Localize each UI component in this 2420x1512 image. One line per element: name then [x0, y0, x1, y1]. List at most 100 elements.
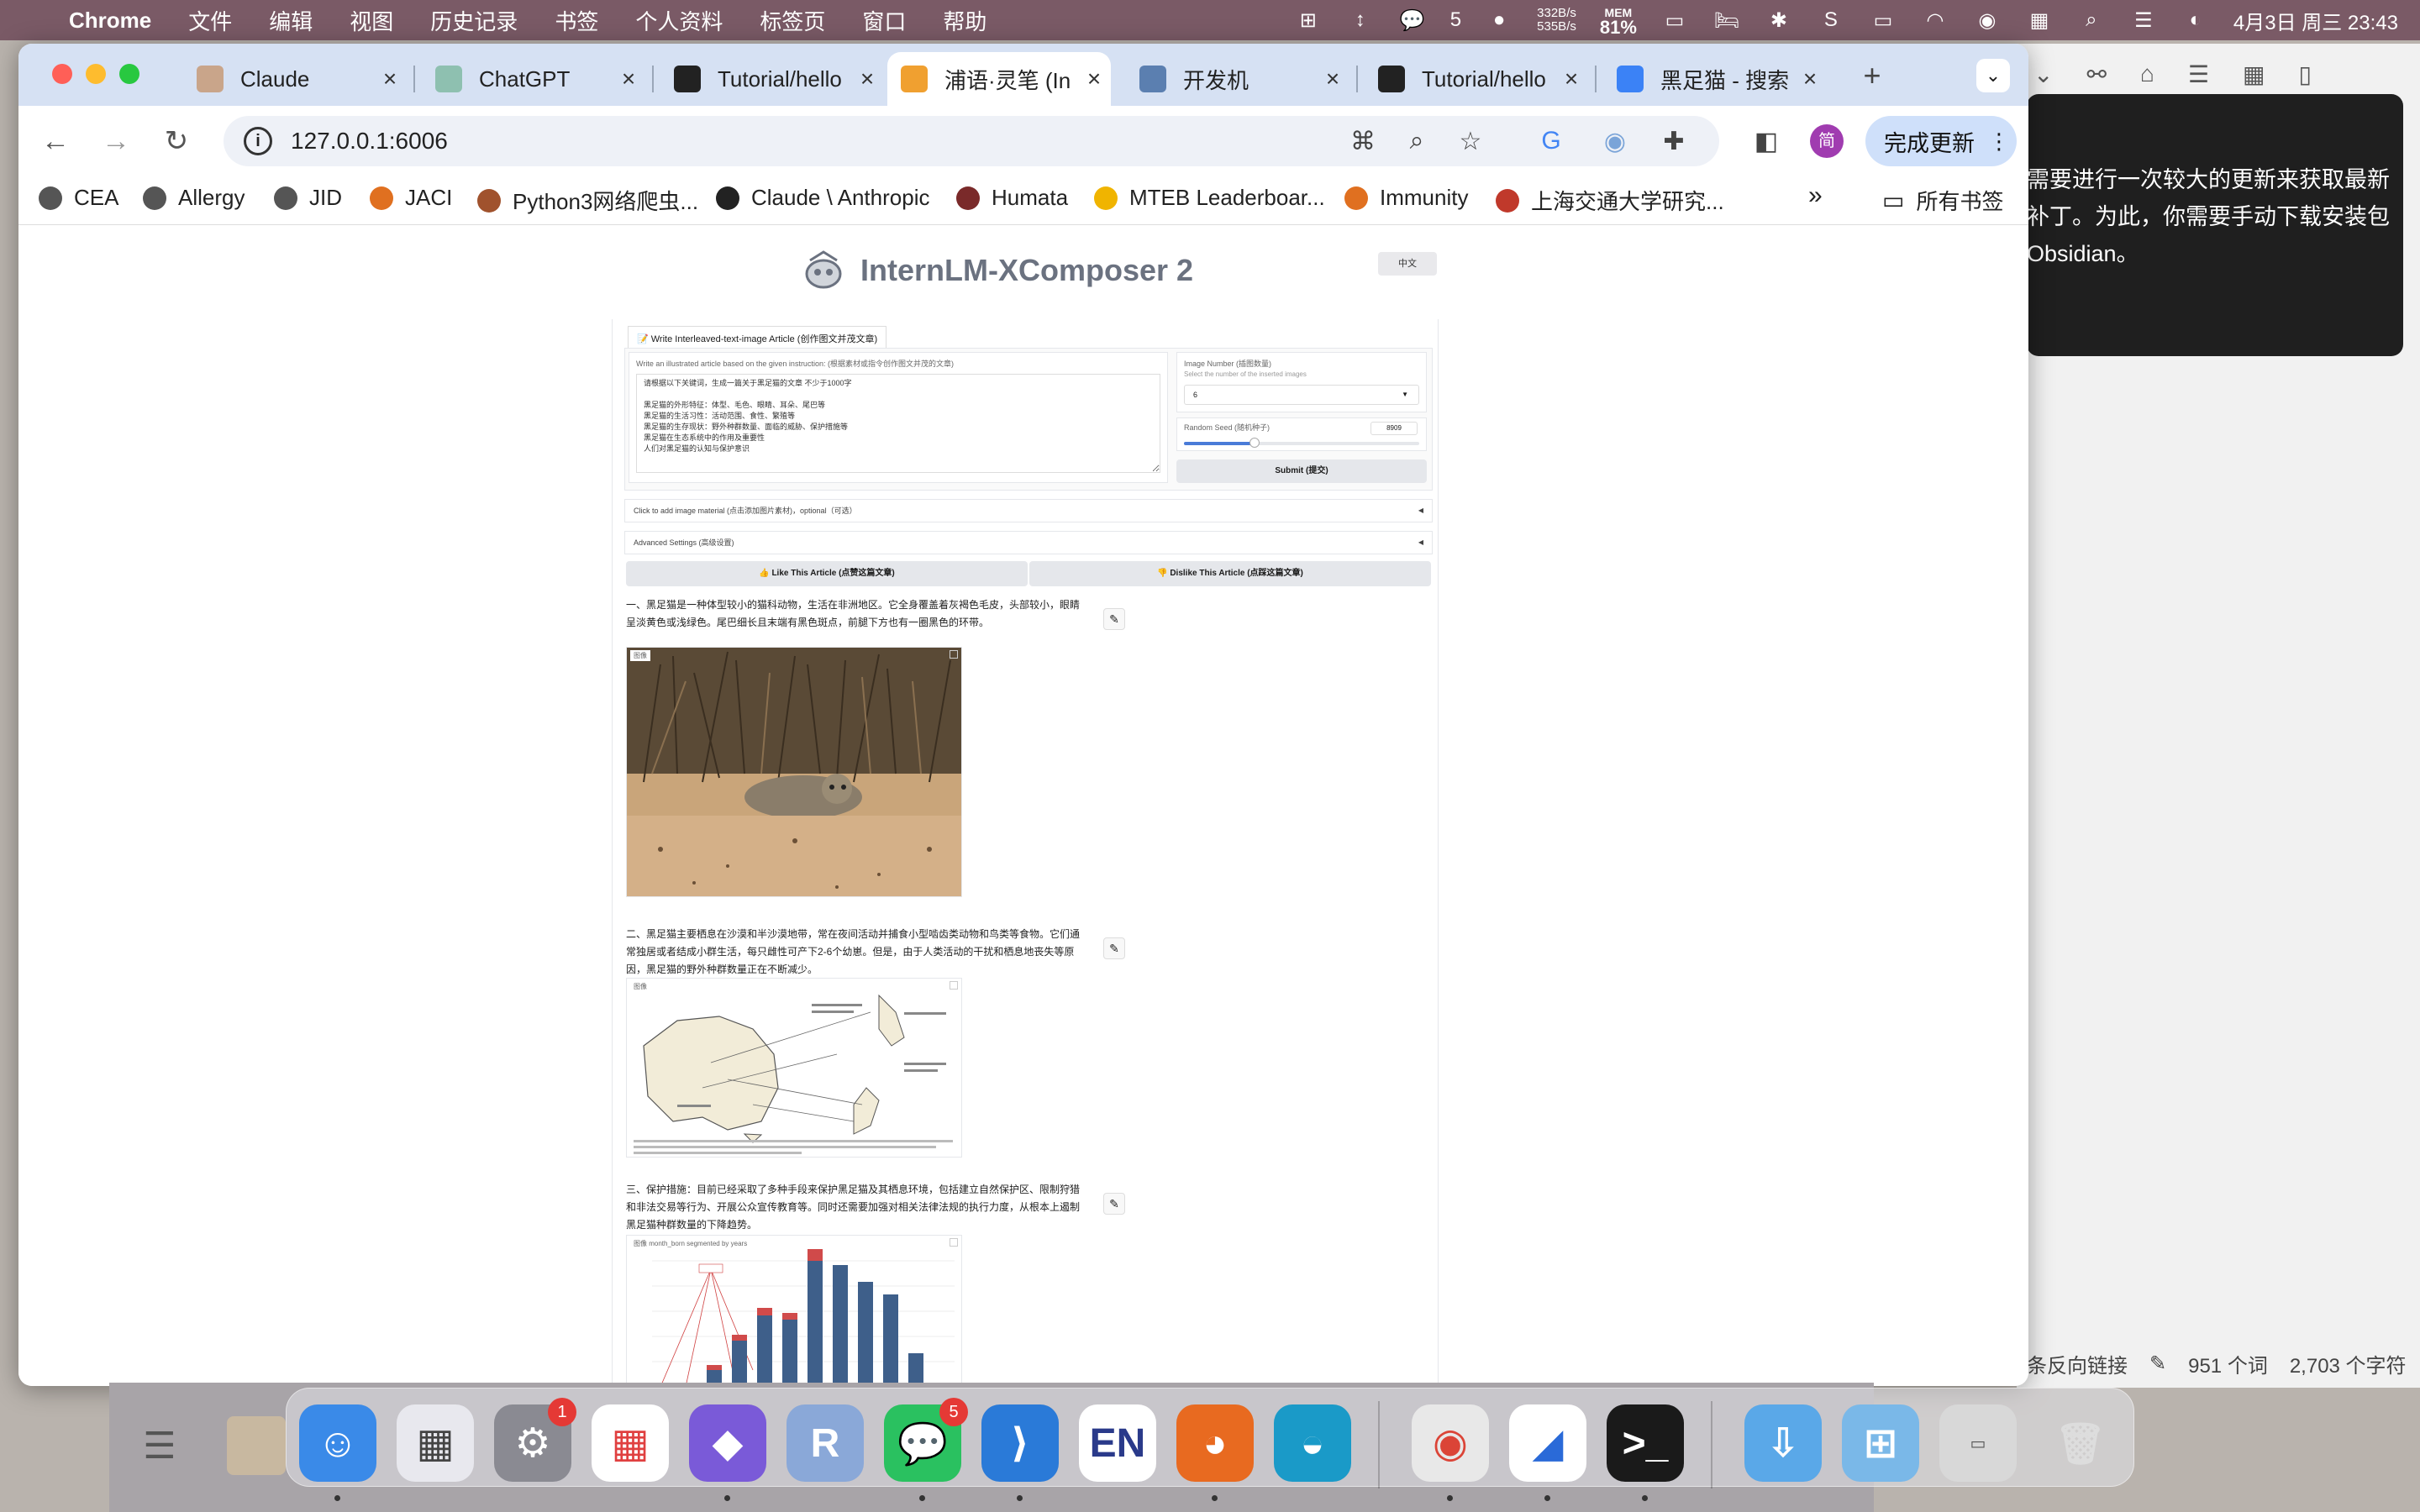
close-tab-icon[interactable]: ×: [850, 66, 884, 92]
article-image-2[interactable]: 图像: [626, 978, 962, 1158]
lark-icon[interactable]: ◢: [1509, 1404, 1586, 1482]
backlinks-count[interactable]: 条反向链接: [2027, 1349, 2128, 1378]
seed-input[interactable]: 8909: [1370, 422, 1418, 435]
bookmark-item[interactable]: JID: [274, 185, 342, 211]
close-tab-icon[interactable]: ×: [373, 66, 407, 92]
like-article-button[interactable]: 👍 Like This Article (点赞这篇文章): [626, 561, 1028, 586]
photo-stack-icon[interactable]: [227, 1416, 286, 1475]
sidebar-icon[interactable]: ▯: [2298, 60, 2311, 88]
menu-history[interactable]: 历史记录: [430, 5, 518, 36]
edit-paragraph-button[interactable]: ✎: [1103, 937, 1125, 959]
calendar-icon[interactable]: ▭: [1660, 8, 1689, 33]
image-number-select[interactable]: 6 ▼: [1184, 385, 1419, 405]
fullscreen-icon[interactable]: [950, 650, 958, 659]
zoom-window-button[interactable]: [119, 64, 139, 84]
circle-app-icon[interactable]: ●: [1485, 8, 1513, 33]
menu-window[interactable]: 窗口: [862, 5, 906, 36]
more-menu-icon[interactable]: ⋮: [1988, 129, 2010, 155]
user-icon[interactable]: ◉: [1973, 8, 2002, 33]
close-window-button[interactable]: [52, 64, 72, 84]
link-icon[interactable]: ⚯: [2086, 60, 2106, 88]
input-method-icon[interactable]: ⊞: [1294, 8, 1323, 33]
instruction-textarea[interactable]: 请根据以下关键词，生成一篇关于黑足猫的文章 不少于1000字 黑足猫的外形特征：…: [636, 374, 1160, 473]
spotlight-search-icon[interactable]: ⌕: [2077, 8, 2106, 33]
tab-search-button[interactable]: ⌄: [1976, 59, 2010, 92]
browser-tab[interactable]: Tutorial/hello ×: [1365, 52, 1588, 106]
vscode-icon[interactable]: ⟩: [981, 1404, 1059, 1482]
translate-icon[interactable]: ⌘: [1346, 124, 1380, 158]
bookmark-item[interactable]: MTEB Leaderboar...: [1094, 185, 1325, 211]
edit-paragraph-button[interactable]: ✎: [1103, 608, 1125, 630]
menu-tab[interactable]: 标签页: [760, 5, 825, 36]
table-icon[interactable]: ▦: [2243, 60, 2265, 88]
battery-icon[interactable]: ▭: [1869, 8, 1897, 33]
memory-indicator[interactable]: MEM 81%: [1600, 6, 1637, 37]
bluetooth-icon[interactable]: ✱: [1765, 8, 1793, 33]
scripts-icon[interactable]: S: [1817, 8, 1845, 33]
minimize-window-button[interactable]: [86, 64, 106, 84]
menu-app-name[interactable]: Chrome: [69, 8, 151, 34]
back-button[interactable]: ←: [35, 121, 76, 161]
chevron-down-icon[interactable]: ⌄: [2033, 60, 2053, 88]
bookmark-item[interactable]: Allergy: [143, 185, 245, 211]
bookmark-item[interactable]: Python3网络爬虫...: [477, 185, 698, 216]
downloads-folder-icon[interactable]: ⇩: [1744, 1404, 1822, 1482]
chrome-icon[interactable]: ◉: [1412, 1404, 1489, 1482]
edge-dev-icon[interactable]: ◒: [1274, 1404, 1351, 1482]
more-bookmarks-icon[interactable]: »: [1808, 181, 1823, 210]
list-icon[interactable]: ☰: [2188, 60, 2209, 88]
control-center-icon[interactable]: ☰: [2129, 8, 2158, 33]
url-text[interactable]: 127.0.0.1:6006: [291, 128, 448, 155]
close-tab-icon[interactable]: ×: [1077, 66, 1111, 92]
wechat-icon[interactable]: 💬: [1398, 8, 1427, 33]
menu-bookmarks[interactable]: 书签: [555, 5, 598, 36]
forward-button[interactable]: →: [96, 121, 136, 161]
bookmark-item[interactable]: JACI: [370, 185, 452, 211]
language-toggle-button[interactable]: 中文: [1378, 252, 1437, 276]
browser-tab[interactable]: Tutorial/hello ×: [660, 52, 884, 106]
article-image-1[interactable]: 图像: [626, 647, 962, 897]
fullscreen-icon[interactable]: [950, 981, 958, 990]
new-tab-button[interactable]: +: [1855, 58, 1889, 92]
close-tab-icon[interactable]: ×: [1555, 66, 1588, 92]
obsidian-icon[interactable]: ◆: [689, 1404, 766, 1482]
fullscreen-icon[interactable]: [950, 1238, 958, 1247]
finder-icon[interactable]: ☺: [299, 1404, 376, 1482]
bookmark-item[interactable]: CEA: [39, 185, 118, 211]
bookmark-item[interactable]: Claude \ Anthropic: [716, 185, 929, 211]
side-panel-icon[interactable]: ◧: [1749, 124, 1783, 158]
article-image-3[interactable]: 图像 month_born segmented by years: [626, 1235, 962, 1386]
add-material-accordion[interactable]: Click to add image material (点击添加图片素材)，o…: [624, 499, 1433, 522]
pencil-icon[interactable]: ✎: [2149, 1352, 2166, 1376]
bookmark-item[interactable]: Immunity: [1344, 185, 1468, 211]
edit-paragraph-button[interactable]: ✎: [1103, 1193, 1125, 1215]
bookmark-star-icon[interactable]: ☆: [1454, 124, 1487, 158]
profile-avatar[interactable]: 简: [1810, 124, 1844, 158]
bookmark-item[interactable]: 上海交通大学研究...: [1496, 185, 1724, 216]
advanced-settings-accordion[interactable]: Advanced Settings (高级设置) ◀: [624, 531, 1433, 554]
dislike-article-button[interactable]: 👎 Dislike This Article (点踩这篇文章): [1029, 561, 1431, 586]
zoom-icon[interactable]: ⌕: [1400, 124, 1434, 158]
bed-icon[interactable]: 🛏: [1712, 8, 1741, 33]
trash-icon[interactable]: 🗑: [2042, 1404, 2119, 1482]
floating-extension-icon[interactable]: [2000, 1384, 2017, 1386]
update-chrome-button[interactable]: 完成更新 ⋮: [1865, 116, 2017, 166]
tag-icon[interactable]: ⌂: [2140, 60, 2154, 88]
browser-tab[interactable]: 开发机 ×: [1126, 52, 1349, 106]
calendar-app-icon[interactable]: ▦: [592, 1404, 669, 1482]
seed-slider[interactable]: [1184, 438, 1419, 448]
menu-edit[interactable]: 编辑: [269, 5, 313, 36]
hamburger-icon[interactable]: ☰: [126, 1425, 193, 1467]
keyboard-icon[interactable]: ▦: [2025, 8, 2054, 33]
submit-button[interactable]: Submit (提交): [1176, 459, 1427, 483]
eudic-icon[interactable]: EN: [1079, 1404, 1156, 1482]
address-bar[interactable]: i 127.0.0.1:6006: [224, 116, 1719, 166]
windows-folder-icon[interactable]: ⊞: [1842, 1404, 1919, 1482]
reload-button[interactable]: ↻: [156, 121, 197, 161]
extensions-puzzle-icon[interactable]: ✚: [1657, 124, 1691, 158]
extension-circle-icon[interactable]: ◉: [1598, 124, 1632, 158]
bookmark-item[interactable]: Humata: [956, 185, 1068, 211]
browser-tab[interactable]: 浦语·灵笔 (In ×: [887, 52, 1111, 106]
terminal-icon[interactable]: >_: [1607, 1404, 1684, 1482]
r-app-icon[interactable]: R: [786, 1404, 864, 1482]
